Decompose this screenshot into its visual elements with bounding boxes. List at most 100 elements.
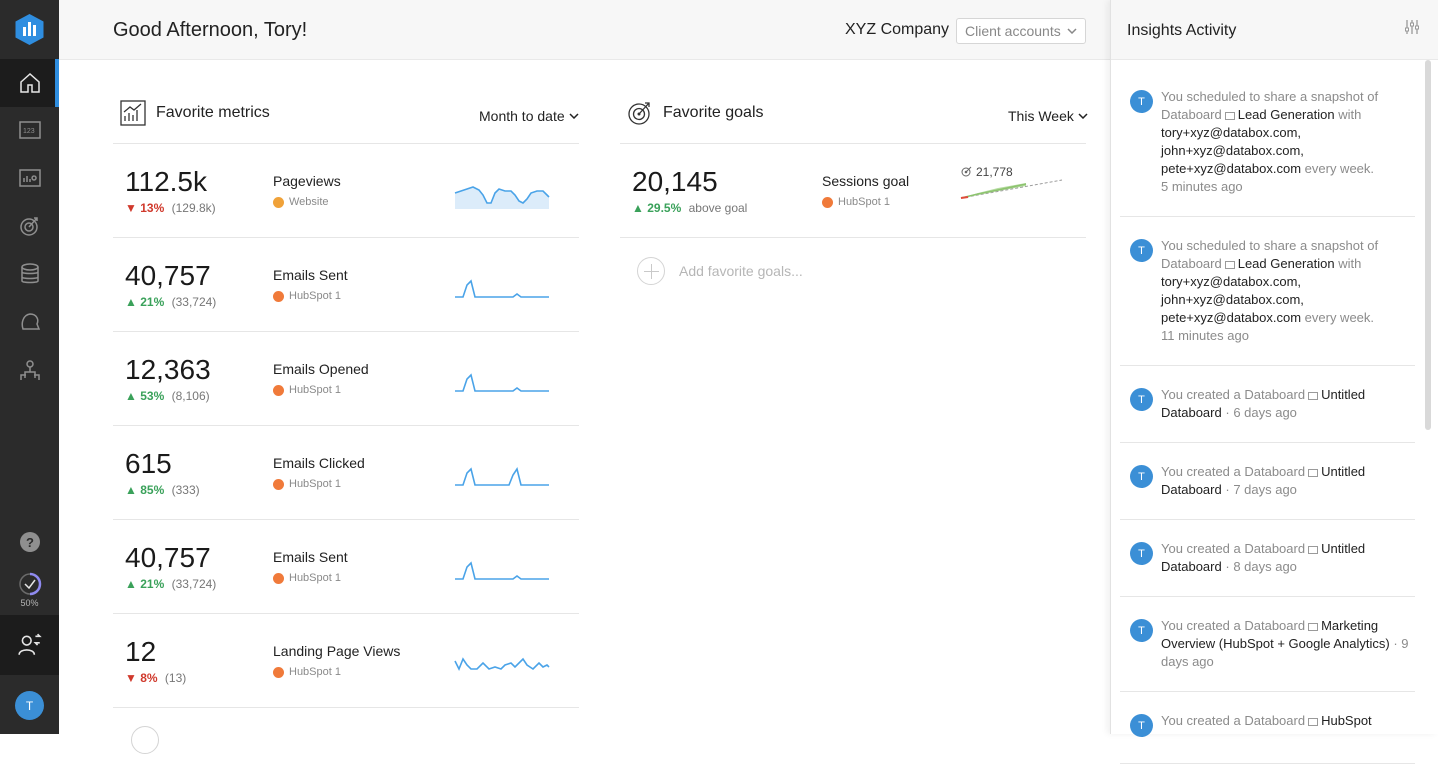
nav-goals[interactable]: [0, 202, 59, 250]
metric-change: ▲ 21% (33,724): [125, 577, 216, 591]
goals-range-label: This Week: [1008, 108, 1074, 124]
metric-row[interactable]: 40,757 ▲ 21% (33,724) Emails Sent HubSpo…: [113, 519, 579, 613]
hubspot-icon: [822, 196, 833, 208]
up-arrow-icon: ▲: [125, 389, 137, 403]
metric-name: Emails Clicked: [273, 455, 365, 471]
metric-source-label: HubSpot 1: [289, 666, 341, 678]
home-icon: [19, 72, 40, 93]
metric-previous-value: (129.8k): [171, 201, 216, 215]
metric-source-label: HubSpot 1: [289, 290, 341, 302]
nav-dashboards[interactable]: [0, 154, 59, 202]
filter-sliders-icon[interactable]: [1403, 18, 1421, 36]
nav-data[interactable]: [0, 250, 59, 298]
metric-row[interactable]: 615 ▲ 85% (333) Emails Clicked HubSpot 1: [113, 425, 579, 519]
nav-home[interactable]: [0, 59, 59, 107]
chevron-down-icon: [1078, 113, 1088, 119]
activity-board-link[interactable]: Lead Generation: [1238, 256, 1335, 271]
metrics-section-header: Favorite metrics: [120, 100, 270, 126]
target-icon: [628, 102, 650, 125]
metric-previous-value: (8,106): [171, 389, 210, 403]
company-name: XYZ Company: [845, 21, 950, 38]
activity-prefix: You created a Databoard: [1161, 618, 1306, 633]
nav-alerts[interactable]: [0, 298, 59, 346]
client-accounts-label: Client accounts: [965, 23, 1061, 39]
nav-users[interactable]: [0, 346, 59, 394]
metric-sparkline: [455, 279, 549, 298]
metric-source: HubSpot 1: [273, 290, 341, 302]
client-accounts-select[interactable]: Client accounts: [956, 18, 1086, 44]
metric-name: Emails Opened: [273, 361, 369, 377]
user-avatar[interactable]: T: [15, 691, 44, 720]
activity-item[interactable]: T You scheduled to share a snapshot of D…: [1120, 229, 1415, 366]
metric-row[interactable]: 12 ▼ 8% (13) Landing Page Views HubSpot …: [113, 613, 579, 707]
insights-scrollbar[interactable]: [1425, 60, 1431, 430]
plus-icon: [637, 257, 665, 285]
greeting-title: Good Afternoon, Tory!: [113, 19, 308, 41]
metric-source-label: HubSpot 1: [289, 384, 341, 396]
activity-avatar: T: [1130, 465, 1153, 488]
metric-change-percent: 53%: [140, 389, 165, 403]
activity-item[interactable]: T You created a Databoard Untitled Databo…: [1120, 532, 1415, 597]
progress-check-icon: [18, 572, 41, 596]
goal-change-suffix: above goal: [688, 201, 748, 215]
goal-source: HubSpot 1: [822, 196, 890, 208]
activity-item[interactable]: T You created a Databoard Marketing Overv…: [1120, 609, 1415, 692]
up-arrow-icon: ▲: [125, 577, 137, 591]
activity-suffix: every week.: [1304, 310, 1375, 325]
metric-row[interactable]: 112.5k ▼ 13% (129.8k) Pageviews Website: [113, 143, 579, 237]
goals-range-select[interactable]: This Week: [1008, 108, 1088, 124]
databox-logo-icon[interactable]: [13, 13, 46, 46]
activity-avatar: T: [1130, 619, 1153, 642]
activity-text: You created a Databoard Untitled Databoar…: [1161, 464, 1366, 497]
alerts-icon: [21, 313, 40, 330]
hubspot-icon: [273, 290, 284, 302]
metric-previous-value: (33,724): [171, 577, 217, 591]
metric-change-percent: 8%: [140, 671, 158, 685]
add-metric-button[interactable]: [131, 726, 159, 754]
hubspot-icon: [273, 384, 284, 396]
sidebar: 123 ? 50% T: [0, 0, 59, 734]
goals-icon: [19, 217, 38, 236]
metric-source: HubSpot 1: [273, 384, 341, 396]
users-icon: [19, 360, 40, 380]
goal-change-percent: 29.5%: [647, 201, 682, 215]
metric-value: 40,757: [125, 260, 211, 291]
activity-item[interactable]: T You scheduled to share a snapshot of D…: [1120, 80, 1415, 217]
team-switch-icon: [17, 633, 42, 655]
svg-text:123: 123: [23, 128, 35, 135]
chevron-down-icon: [1067, 28, 1077, 34]
goal-row[interactable]: 20,145 ▲ 29.5% above goal Sessions goal …: [620, 143, 1086, 238]
metric-source-label: Website: [289, 196, 329, 208]
metric-row[interactable]: 12,363 ▲ 53% (8,106) Emails Opened HubSp…: [113, 331, 579, 425]
metrics-chart-icon: [120, 100, 146, 126]
metric-sparkline: [455, 467, 549, 486]
activity-item[interactable]: T You created a Databoard HubSpot: [1120, 704, 1415, 764]
help-button[interactable]: ?: [0, 518, 59, 566]
activity-avatar: T: [1130, 542, 1153, 565]
activity-board-link[interactable]: Lead Generation: [1238, 107, 1335, 122]
svg-text:?: ?: [26, 535, 34, 550]
activity-time: 5 minutes ago: [1161, 179, 1243, 194]
activity-item[interactable]: T You created a Databoard Untitled Databo…: [1120, 455, 1415, 520]
metric-change-percent: 21%: [140, 295, 165, 309]
nav-numbers[interactable]: 123: [0, 106, 59, 154]
databoard-icon: [1224, 111, 1235, 120]
metric-previous-value: (333): [171, 483, 200, 497]
metric-value: 40,757: [125, 542, 211, 573]
add-favorite-goal-button[interactable]: Add favorite goals...: [637, 257, 803, 285]
activity-text: You created a Databoard Marketing Overvie…: [1161, 618, 1409, 669]
nav-team[interactable]: [0, 615, 59, 675]
databoard-icon: [1308, 545, 1319, 554]
activity-item[interactable]: T You created a Databoard Untitled Databo…: [1120, 378, 1415, 443]
activity-board-link[interactable]: HubSpot: [1321, 713, 1372, 728]
metric-name: Pageviews: [273, 173, 341, 189]
activity-prefix: You created a Databoard: [1161, 713, 1306, 728]
insights-title: Insights Activity: [1127, 22, 1237, 39]
metric-name: Landing Page Views: [273, 643, 401, 659]
metrics-range-select[interactable]: Month to date: [479, 108, 579, 124]
top-header: Good Afternoon, Tory! XYZ Company Client…: [59, 0, 1110, 60]
metric-row[interactable]: 40,757 ▲ 21% (33,724) Emails Sent HubSpo…: [113, 237, 579, 331]
metric-name: Emails Sent: [273, 267, 348, 283]
metric-change: ▼ 13% (129.8k): [125, 201, 216, 215]
activity-emails: tory+xyz@databox.com, john+xyz@databox.c…: [1161, 274, 1304, 325]
